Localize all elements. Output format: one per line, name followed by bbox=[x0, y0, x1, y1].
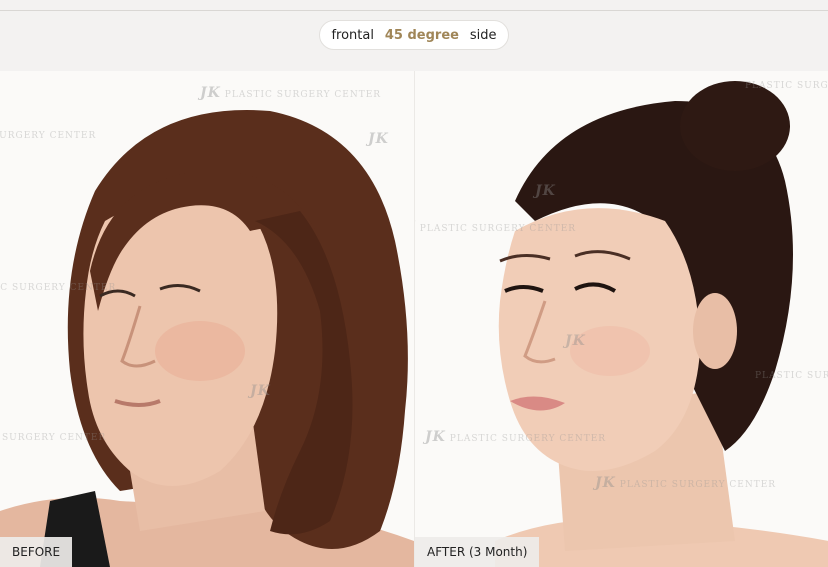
view-tab-bar: frontal 45 degree side bbox=[319, 20, 509, 50]
after-label: AFTER (3 Month) bbox=[415, 537, 540, 567]
before-photo: JKPLASTIC SURGERY CENTER PLASTIC SURGERY… bbox=[0, 71, 414, 567]
before-after-gallery: JKPLASTIC SURGERY CENTER PLASTIC SURGERY… bbox=[0, 71, 828, 567]
after-portrait-illustration bbox=[415, 71, 828, 567]
before-label: BEFORE bbox=[0, 537, 73, 567]
after-photo: JKPLASTIC SURGERY CENTER JK JK JKPLASTIC… bbox=[414, 71, 828, 567]
before-portrait-illustration bbox=[0, 71, 414, 567]
tab-45-degree[interactable]: 45 degree bbox=[381, 26, 463, 45]
tab-side[interactable]: side bbox=[466, 26, 501, 45]
tab-frontal[interactable]: frontal bbox=[327, 26, 378, 45]
